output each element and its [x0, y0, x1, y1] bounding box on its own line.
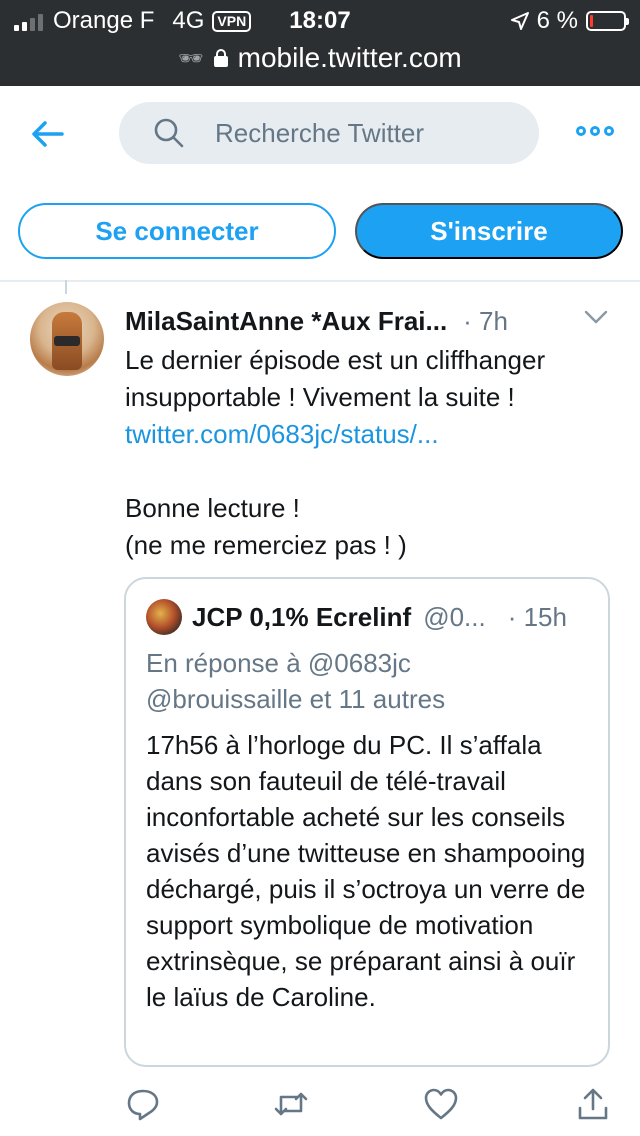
tweet-text: Le dernier épisode est un cliffhanger in…	[125, 342, 625, 564]
tweet-text-line: (ne me remerciez pas ! )	[125, 530, 407, 560]
reply-context-line: En réponse à @0683jc	[146, 648, 411, 678]
url-bar[interactable]: 🕶 mobile.twitter.com	[0, 38, 640, 78]
status-bar: Orange F 4G VPN 18:07 6 % 🕶 mobile.twitt…	[0, 0, 640, 86]
back-arrow-icon[interactable]	[30, 116, 66, 152]
quoted-author-handle: @0...	[423, 601, 486, 632]
quoted-tweet-header: JCP 0,1% Ecrelinf @0... · 15h	[192, 599, 567, 635]
author-avatar[interactable]	[30, 302, 104, 376]
tweet-text-line: Le dernier épisode est un cliffhanger in…	[125, 345, 546, 412]
battery-percent: 6 %	[536, 7, 578, 34]
tweet-timestamp[interactable]: · 7h	[463, 306, 508, 337]
battery-icon	[586, 11, 629, 31]
more-options-icon[interactable]	[576, 126, 614, 136]
battery-level-fill	[590, 15, 593, 27]
like-icon[interactable]	[423, 1086, 459, 1122]
tweet-link[interactable]: twitter.com/0683jc/status/...	[125, 419, 439, 449]
twitter-header: Se connecter S'inscrire	[0, 86, 640, 282]
lock-icon	[213, 49, 228, 67]
url-text[interactable]: mobile.twitter.com	[238, 42, 462, 74]
reply-context-line: @brouissaille et 11 autres	[146, 684, 446, 714]
reply-context: En réponse à @0683jc @brouissaille et 11…	[146, 645, 596, 717]
chevron-down-icon[interactable]	[584, 310, 608, 324]
tweet-text-line: Bonne lecture !	[125, 493, 300, 523]
signup-button[interactable]: S'inscrire	[355, 203, 623, 259]
quoted-author-avatar	[146, 599, 182, 635]
tweet-actions	[0, 1082, 640, 1126]
quoted-tweet[interactable]: JCP 0,1% Ecrelinf @0... · 15h En réponse…	[124, 577, 610, 1067]
author-name[interactable]: MilaSaintAnne *Aux Frai...	[125, 306, 447, 337]
share-icon[interactable]	[575, 1086, 611, 1122]
private-browsing-icon: 🕶	[178, 47, 204, 70]
reply-icon[interactable]	[125, 1086, 161, 1122]
location-arrow-icon	[510, 12, 529, 30]
search-icon	[154, 118, 184, 148]
search-input[interactable]	[215, 117, 515, 149]
quoted-tweet-text: 17h56 à l’horloge du PC. Il s’affala dan…	[146, 730, 586, 1012]
login-button[interactable]: Se connecter	[18, 203, 336, 259]
quoted-timestamp: · 15h	[507, 601, 567, 632]
search-bar[interactable]	[119, 102, 539, 164]
quoted-author-name: JCP 0,1% Ecrelinf	[192, 601, 412, 632]
status-right: 6 %	[510, 6, 629, 36]
thread-connector	[65, 280, 67, 294]
retweet-icon[interactable]	[273, 1086, 309, 1122]
tweet-header: MilaSaintAnne *Aux Frai... · 7h	[125, 304, 508, 338]
